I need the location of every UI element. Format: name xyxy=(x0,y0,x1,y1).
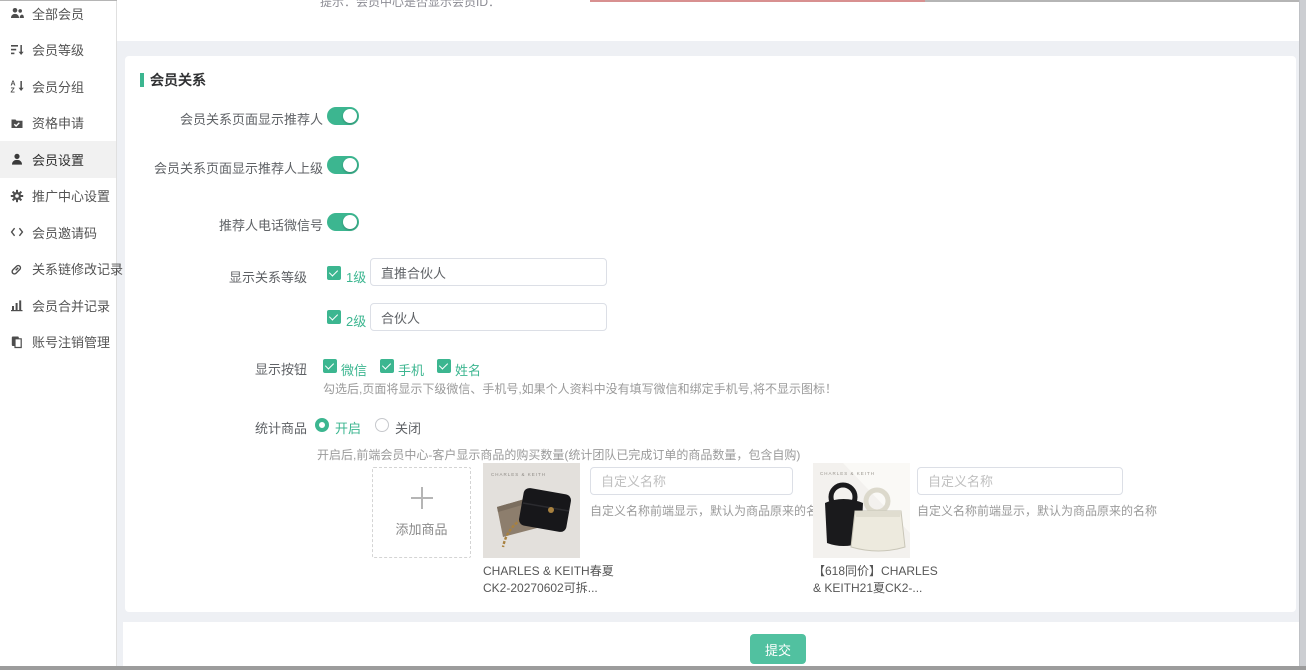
toggle-label-referrer-phone-wechat: 推荐人电话微信号 xyxy=(125,215,323,234)
code-icon xyxy=(9,225,24,240)
submit-button[interactable]: 提交 xyxy=(750,634,806,664)
sidebar-item-label: 会员设置 xyxy=(32,150,84,169)
custom-name-hint-1: 自定义名称前端显示，默认为商品原来的名称 xyxy=(590,502,830,519)
sidebar-item-label: 推广中心设置 xyxy=(32,186,110,205)
sidebar-item-member-settings[interactable]: 会员设置 xyxy=(0,141,116,178)
add-product-button[interactable]: 添加商品 xyxy=(372,467,471,558)
qualification-icon xyxy=(9,115,24,130)
radio-stats-off-label[interactable]: 关闭 xyxy=(395,418,421,437)
sidebar-item-label: 关系链修改记录 xyxy=(32,259,123,278)
section-title-text: 会员关系 xyxy=(150,70,206,90)
product-caption-1: CHARLES & KEITH春夏 CK2-20270602可拆... xyxy=(483,563,655,597)
toggle-knob xyxy=(343,109,357,123)
section-title-bar xyxy=(140,73,144,87)
toggle-show-referrer[interactable] xyxy=(327,107,359,125)
sidebar-item-member-levels[interactable]: 会员等级 xyxy=(0,32,116,69)
sidebar-item-account-cancellation[interactable]: 账号注销管理 xyxy=(0,324,116,361)
sidebar-item-qualification[interactable]: 资格申请 xyxy=(0,105,116,142)
stats-products-hint: 开启后,前端会员中心-客户显示商品的购买数量(统计团队已完成订单的商品数量，包含… xyxy=(317,446,800,463)
sidebar-item-label: 会员等级 xyxy=(32,40,84,59)
product-image-1: CHARLES & KEITH xyxy=(483,463,580,558)
toggle-knob xyxy=(343,158,357,172)
checkbox-level-1-label[interactable]: 1级 xyxy=(346,267,366,286)
window-bottom-edge xyxy=(0,666,1306,670)
checkbox-phone[interactable] xyxy=(380,359,394,373)
radio-stats-off[interactable] xyxy=(375,418,389,432)
sort-levels-icon xyxy=(9,42,24,57)
footer-bar xyxy=(123,622,1299,666)
link-icon xyxy=(9,261,24,276)
sidebar-item-label: 账号注销管理 xyxy=(32,332,110,351)
toggle-label-show-referrer-upline: 会员关系页面显示推荐人上级 xyxy=(125,158,323,177)
sidebar-menu: 全部会员 会员等级 AZ 会员分组 资格申请 xyxy=(0,0,116,360)
svg-text:Z: Z xyxy=(10,88,15,94)
stats-products-label: 统计商品 xyxy=(125,418,307,437)
sidebar-item-label: 全部会员 xyxy=(32,4,84,23)
bar-chart-icon xyxy=(9,298,24,313)
vertical-scrollbar[interactable] xyxy=(1299,0,1306,666)
top-error-line xyxy=(590,0,925,2)
radio-stats-on-label[interactable]: 开启 xyxy=(335,418,361,437)
checkbox-name-label[interactable]: 姓名 xyxy=(455,360,481,379)
sidebar-item-promotion-settings[interactable]: 推广中心设置 xyxy=(0,178,116,215)
svg-text:A: A xyxy=(10,81,15,88)
clipped-hint-text: 提示：会员中心是否显示会员ID： xyxy=(320,0,500,10)
sort-groups-icon: AZ xyxy=(9,79,24,94)
product-caption-2: 【618同价】CHARLES & KEITH21夏CK2-... xyxy=(813,563,985,597)
sidebar-item-label: 会员邀请码 xyxy=(32,223,97,242)
checkbox-name[interactable] xyxy=(437,359,451,373)
custom-name-input-1[interactable] xyxy=(590,467,793,495)
toggle-referrer-phone-wechat[interactable] xyxy=(327,213,359,231)
custom-name-hint-2: 自定义名称前端显示，默认为商品原来的名称 xyxy=(917,502,1157,519)
display-buttons-label: 显示按钮 xyxy=(125,359,307,378)
users-icon xyxy=(9,6,24,21)
checkbox-level-1[interactable] xyxy=(327,266,341,280)
sidebar: 全部会员 会员等级 AZ 会员分组 资格申请 xyxy=(0,1,117,666)
gear-icon xyxy=(9,188,24,203)
member-settings-page: 提示：会员中心是否显示会员ID： 全部会员 会员等级 AZ xyxy=(0,0,1306,670)
sidebar-item-label: 会员分组 xyxy=(32,77,84,96)
sidebar-item-label: 资格申请 xyxy=(32,113,84,132)
custom-name-input-2[interactable] xyxy=(917,467,1123,495)
top-strip: 提示：会员中心是否显示会员ID： xyxy=(117,0,1299,41)
checkbox-level-2-label[interactable]: 2级 xyxy=(346,311,366,330)
product-brand-text: CHARLES & KEITH xyxy=(820,471,875,476)
sidebar-item-relation-chain-log[interactable]: 关系链修改记录 xyxy=(0,251,116,288)
level-2-name-input[interactable] xyxy=(370,303,607,331)
window-top-edge-right xyxy=(925,0,1299,2)
product-brand-text: CHARLES & KEITH xyxy=(491,472,546,477)
relation-levels-label: 显示关系等级 xyxy=(125,267,307,286)
sidebar-item-member-groups[interactable]: AZ 会员分组 xyxy=(0,68,116,105)
add-product-label: 添加商品 xyxy=(395,519,447,538)
sidebar-item-invite-code[interactable]: 会员邀请码 xyxy=(0,214,116,251)
member-settings-icon xyxy=(9,152,24,167)
sidebar-item-merge-log[interactable]: 会员合并记录 xyxy=(0,287,116,324)
document-icon xyxy=(9,334,24,349)
sidebar-item-all-members[interactable]: 全部会员 xyxy=(0,0,116,32)
sidebar-item-label: 会员合并记录 xyxy=(32,296,110,315)
toggle-knob xyxy=(343,215,357,229)
member-relation-card: 会员关系 会员关系页面显示推荐人 会员关系页面显示推荐人上级 推荐人电话微信号 … xyxy=(125,56,1296,612)
checkbox-wechat[interactable] xyxy=(323,359,337,373)
checkbox-phone-label[interactable]: 手机 xyxy=(398,360,424,379)
checkbox-wechat-label[interactable]: 微信 xyxy=(341,360,367,379)
toggle-label-show-referrer: 会员关系页面显示推荐人 xyxy=(125,109,323,128)
display-buttons-hint: 勾选后,页面将显示下级微信、手机号,如果个人资料中没有填写微信和绑定手机号,将不… xyxy=(323,380,837,397)
section-title: 会员关系 xyxy=(140,70,206,90)
product-image-2: CHARLES & KEITH xyxy=(813,463,910,558)
plus-icon xyxy=(411,487,433,509)
toggle-show-referrer-upline[interactable] xyxy=(327,156,359,174)
checkbox-level-2[interactable] xyxy=(327,310,341,324)
level-1-name-input[interactable] xyxy=(370,258,607,286)
radio-stats-on[interactable] xyxy=(315,418,329,432)
